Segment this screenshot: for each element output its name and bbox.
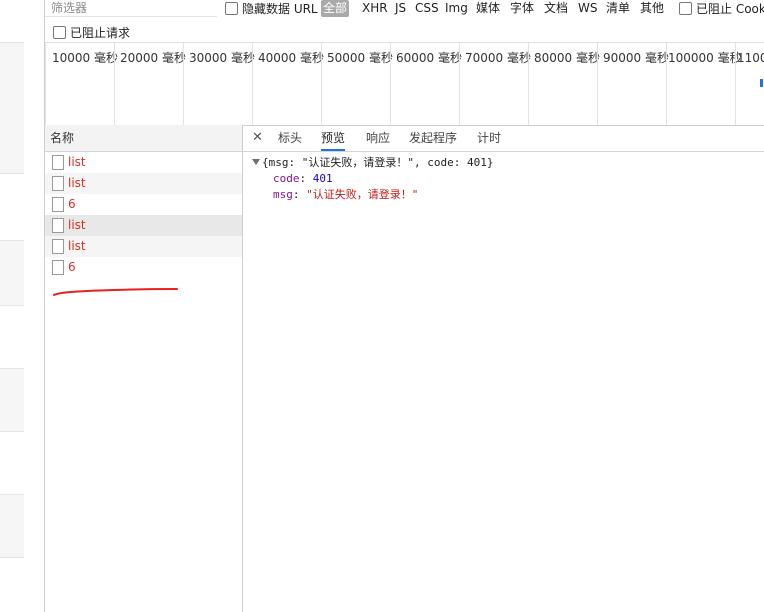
request-name: list <box>68 239 86 253</box>
type-filter-media[interactable]: 媒体 <box>476 0 500 17</box>
type-filter-other[interactable]: 其他 <box>640 0 664 17</box>
timeline-tick-label: 80000 毫秒 <box>534 51 600 65</box>
type-filter-xhr[interactable]: XHR <box>362 0 388 17</box>
request-row-selected[interactable]: list <box>45 215 242 236</box>
filter-toolbar: 隐藏数据 URL 全部 XHR JS CSS Img 媒体 字体 文档 WS 清… <box>45 0 764 20</box>
timeline-tick-label: 60000 毫秒 <box>396 51 462 65</box>
timeline-tick-label: 30000 毫秒 <box>189 51 255 65</box>
tab-preview[interactable]: 预览 <box>321 125 346 151</box>
request-name: list <box>68 155 86 169</box>
request-row[interactable]: list <box>45 173 242 194</box>
timeline-tick: 30000 毫秒 <box>183 43 255 125</box>
timeline-tick: 10000 毫秒 <box>45 43 118 125</box>
document-icon <box>52 176 64 191</box>
json-string-value: "认证失败，请登录！" <box>306 188 419 201</box>
blocked-requests-toggle[interactable]: 已阻止请求 <box>53 24 130 41</box>
document-icon <box>52 197 64 212</box>
close-icon[interactable]: ✕ <box>252 130 263 145</box>
request-detail-panel: ✕ 标头 预览 响应 发起程序 计时 {msg: "认证失败，请登录！", co… <box>243 125 764 612</box>
tab-timing[interactable]: 计时 <box>477 125 501 149</box>
timeline-tick: 80000 毫秒 <box>528 43 600 125</box>
timeline-tick: 100000 毫秒 <box>666 43 742 125</box>
request-list: 名称 list list 6 list list 6 <box>45 125 243 612</box>
request-row[interactable]: list <box>45 152 242 173</box>
timeline-tick-label: 100000 毫秒 <box>668 51 742 65</box>
type-filter-all[interactable]: 全部 <box>321 0 350 17</box>
name-column-header[interactable]: 名称 <box>45 125 242 152</box>
checkbox-icon <box>225 2 238 15</box>
page-edge-band <box>0 368 24 432</box>
tab-response[interactable]: 响应 <box>366 125 390 149</box>
timeline-tick-label: 90000 毫秒 <box>603 51 669 65</box>
request-name: list <box>68 176 86 190</box>
type-filter-manifest[interactable]: 清单 <box>606 0 630 17</box>
timeline-overview[interactable]: 10000 毫秒 20000 毫秒 30000 毫秒 40000 毫秒 5000… <box>45 42 764 126</box>
document-icon <box>52 239 64 254</box>
timeline-tick-label: 70000 毫秒 <box>465 51 531 65</box>
expand-triangle-icon[interactable] <box>252 159 260 165</box>
type-filter-css[interactable]: CSS <box>415 0 439 17</box>
document-icon <box>52 155 64 170</box>
blocked-requests-label: 已阻止请求 <box>70 26 131 40</box>
network-panel: 隐藏数据 URL 全部 XHR JS CSS Img 媒体 字体 文档 WS 清… <box>45 0 764 612</box>
json-number-value: 401 <box>312 172 333 185</box>
type-filter-doc[interactable]: 文档 <box>544 0 568 17</box>
checkbox-icon <box>53 26 66 39</box>
page-edge-band <box>0 494 24 558</box>
timeline-tick: 50000 毫秒 <box>321 43 393 125</box>
timeline-tick: 40000 毫秒 <box>252 43 324 125</box>
checkbox-icon <box>679 2 692 15</box>
request-name: list <box>68 218 86 232</box>
request-name: 6 <box>68 197 76 211</box>
red-underline-annotation <box>53 288 178 296</box>
timeline-tick-label: 50000 毫秒 <box>327 51 393 65</box>
document-icon <box>52 218 64 233</box>
type-filter-ws[interactable]: WS <box>578 0 597 17</box>
tab-headers[interactable]: 标头 <box>278 125 302 149</box>
timeline-tick: 60000 毫秒 <box>390 43 462 125</box>
timeline-tick-label: 20000 毫秒 <box>120 51 186 65</box>
json-root-line[interactable]: {msg: "认证失败，请登录！", code: 401} <box>243 155 493 171</box>
timeline-tick-label: 110000 毫秒 <box>737 51 764 65</box>
request-row[interactable]: list <box>45 236 242 257</box>
type-filter-font[interactable]: 字体 <box>510 0 534 17</box>
filter-toolbar-secondary: 已阻止请求 <box>45 22 764 42</box>
tab-initiator[interactable]: 发起程序 <box>409 125 457 149</box>
json-summary: {msg: "认证失败，请登录！", code: 401} <box>262 156 494 169</box>
timeline-tick: 20000 毫秒 <box>114 43 186 125</box>
document-icon <box>52 260 64 275</box>
type-filter-img[interactable]: Img <box>445 0 468 17</box>
request-name: 6 <box>68 260 76 274</box>
request-row[interactable]: 6 <box>45 257 242 278</box>
type-filter-js[interactable]: JS <box>395 0 406 17</box>
page-edge-band <box>0 42 24 174</box>
timeline-tick: 110000 毫秒 <box>735 43 764 125</box>
json-key: msg <box>273 188 293 201</box>
json-preview: {msg: "认证失败，请登录！", code: 401} code: 401 … <box>243 155 493 203</box>
timeline-tick: 90000 毫秒 <box>597 43 669 125</box>
timeline-tick: 70000 毫秒 <box>459 43 531 125</box>
detail-tabs: ✕ 标头 预览 响应 发起程序 计时 <box>243 125 764 152</box>
json-field-msg: msg: "认证失败，请登录！" <box>273 188 419 201</box>
page-edge-band <box>0 240 24 306</box>
timeline-tick-label: 10000 毫秒 <box>52 51 118 65</box>
hide-data-urls-toggle[interactable]: 隐藏数据 URL <box>225 0 318 17</box>
request-row[interactable]: 6 <box>45 194 242 215</box>
page-edge <box>0 0 45 612</box>
blocked-cookies-toggle[interactable]: 已阻止 Cookie <box>679 0 764 17</box>
timeline-tick-label: 40000 毫秒 <box>258 51 324 65</box>
json-key: code <box>273 172 300 185</box>
filter-input[interactable] <box>45 0 217 17</box>
timeline-request-marker <box>760 79 763 87</box>
blocked-cookies-label: 已阻止 Cookie <box>696 2 764 16</box>
hide-data-urls-label: 隐藏数据 URL <box>242 2 318 16</box>
json-field-code: code: 401 <box>273 172 333 185</box>
